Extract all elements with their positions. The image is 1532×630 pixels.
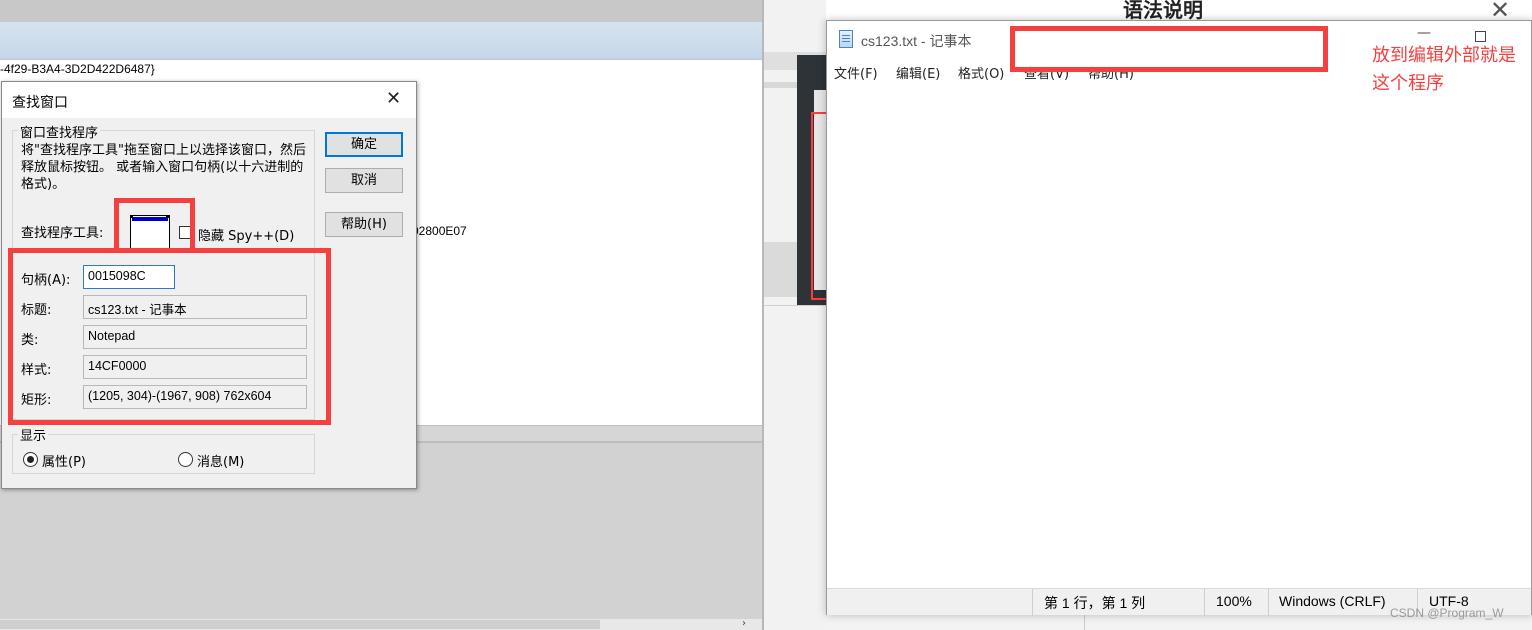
finder-description: 将"查找程序工具"拖至窗口上以选择该窗口，然后释放鼠标按钮。 或者输入窗口句柄(… <box>21 143 306 192</box>
scrollbar-thumb[interactable] <box>0 620 600 629</box>
spy-header-strip <box>0 22 762 60</box>
spy-top-bar <box>0 0 762 22</box>
cancel-button[interactable]: 取消 <box>325 168 403 193</box>
divider-line <box>1084 615 1085 630</box>
notepad-window[interactable]: cs123.txt - 记事本 — 文件(F) 编辑(E) 格式(O) 查看(V… <box>826 20 1532 616</box>
finder-group-label: 窗口查找程序 <box>18 122 101 141</box>
highlight-frame <box>811 112 826 300</box>
maximize-icon[interactable] <box>1475 31 1486 42</box>
status-separator <box>1204 589 1205 616</box>
annotation-box-finder-tool <box>114 198 195 253</box>
messages-radio-label[interactable]: 消息(M) <box>197 451 244 470</box>
menu-file[interactable]: 文件(F) <box>834 63 878 82</box>
status-separator <box>1268 589 1269 616</box>
messages-radio[interactable] <box>178 452 193 467</box>
annotation-text: 放到编辑外部就是这个程序 <box>1372 45 1516 94</box>
finder-tool-label: 查找程序工具: <box>21 226 104 241</box>
status-zoom: 100% <box>1216 593 1252 609</box>
menu-format[interactable]: 格式(O) <box>958 63 1004 82</box>
annotation-box-notepad <box>1010 26 1328 72</box>
radio-selected-dot <box>27 456 34 463</box>
middle-bar <box>764 82 798 88</box>
annotation-box-fields <box>8 248 331 425</box>
help-button[interactable]: 帮助(H) <box>325 212 403 237</box>
properties-radio-label[interactable]: 属性(P) <box>42 451 86 470</box>
status-line-ending: Windows (CRLF) <box>1279 593 1386 609</box>
dialog-titlebar[interactable]: 查找窗口 ✕ <box>2 82 416 118</box>
notepad-icon <box>839 30 853 48</box>
menu-edit[interactable]: 编辑(E) <box>896 63 940 82</box>
watermark: CSDN @Program_W <box>1390 606 1504 620</box>
guid-text: -4f29-B3A4-3D2D422D6487} <box>0 62 155 76</box>
ok-button[interactable]: 确定 <box>325 132 403 157</box>
screen: -4f29-B3A4-3D2D422D6487} 02800E07 › 语法说明… <box>0 0 1532 630</box>
status-position: 第 1 行，第 1 列 <box>1044 595 1146 611</box>
middle-bar <box>764 242 798 297</box>
hide-spy-label[interactable]: 隐藏 Spy++(D) <box>198 225 294 244</box>
status-separator <box>1032 589 1033 616</box>
scroll-right-arrow-icon[interactable]: › <box>742 618 746 629</box>
minimize-icon[interactable]: — <box>1417 25 1431 41</box>
dialog-title: 查找窗口 <box>12 95 68 111</box>
divider-line <box>764 305 826 306</box>
properties-radio[interactable] <box>23 452 38 467</box>
notepad-title: cs123.txt - 记事本 <box>861 33 972 49</box>
hex-value-text: 02800E07 <box>412 224 467 238</box>
show-group-label: 显示 <box>18 425 49 444</box>
close-icon[interactable]: ✕ <box>386 88 401 109</box>
